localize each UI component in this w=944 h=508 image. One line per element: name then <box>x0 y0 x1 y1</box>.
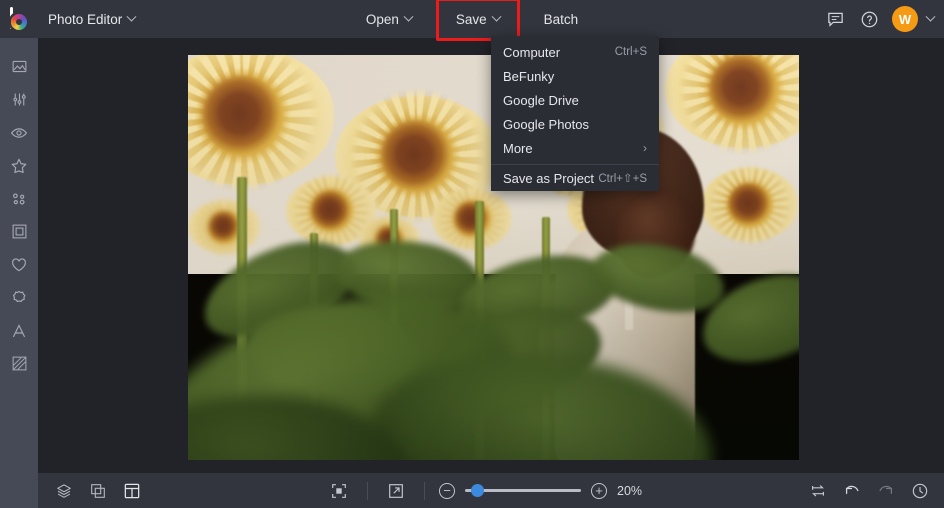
menu-item-shortcut: Ctrl+S <box>614 46 647 58</box>
avatar-initial: W <box>898 11 912 27</box>
frame-icon <box>11 223 28 240</box>
befunky-logo[interactable] <box>0 0 38 38</box>
fullscreen-button[interactable] <box>382 478 410 504</box>
zoom-slider[interactable] <box>465 484 581 498</box>
compare-button[interactable] <box>804 478 832 504</box>
chevron-down-icon[interactable] <box>925 11 936 22</box>
save-button[interactable]: Save <box>435 0 520 41</box>
star-icon <box>10 157 28 175</box>
fit-to-screen-icon <box>330 482 348 500</box>
sidebar-item-graphics[interactable] <box>0 281 38 314</box>
feedback-button[interactable] <box>820 4 850 34</box>
undo-button[interactable] <box>838 478 866 504</box>
bottom-bar-right <box>804 478 934 504</box>
top-bar-right-actions: W <box>820 0 936 38</box>
fit-to-screen-button[interactable] <box>325 478 353 504</box>
chevron-right-icon: › <box>643 141 647 155</box>
chevron-down-icon <box>126 11 137 22</box>
redo-button[interactable] <box>872 478 900 504</box>
menu-item-befunky[interactable]: BeFunky <box>491 64 659 88</box>
avatar[interactable]: W <box>892 6 918 32</box>
comment-icon <box>826 10 845 29</box>
menu-item-google-drive[interactable]: Google Drive <box>491 88 659 112</box>
divider <box>367 481 368 500</box>
top-bar: Photo Editor Open Save Batch W <box>0 0 944 41</box>
save-button-label: Save <box>455 11 487 27</box>
sidebar-item-artsy[interactable] <box>0 182 38 215</box>
menu-item-label: BeFunky <box>503 68 555 84</box>
app-mode-switcher[interactable]: Photo Editor <box>40 7 145 32</box>
eye-icon <box>10 124 28 142</box>
history-button[interactable] <box>906 478 934 504</box>
heart-icon <box>10 256 28 274</box>
sliders-icon <box>11 91 28 108</box>
sidebar-item-image[interactable] <box>0 50 38 83</box>
zoom-in-button[interactable]: + <box>591 482 607 499</box>
divider <box>424 481 425 500</box>
sidebar-item-overlays[interactable] <box>0 248 38 281</box>
zoom-slider-handle[interactable] <box>471 484 484 497</box>
menu-item-label: Save as Project <box>503 170 595 186</box>
sidebar-item-retouch[interactable] <box>0 116 38 149</box>
texture-icon <box>11 355 28 372</box>
sidebar-item-text[interactable] <box>0 314 38 347</box>
sidebar-item-edit[interactable] <box>0 83 38 116</box>
batch-button-label: Batch <box>543 11 579 27</box>
menu-item-label: Google Photos <box>503 116 590 132</box>
help-button[interactable] <box>854 4 884 34</box>
left-sidebar <box>0 38 38 508</box>
save-dropdown-menu: Computer Ctrl+S BeFunky Google Drive Google … <box>491 36 659 191</box>
menu-item-label: More <box>503 140 533 156</box>
app-title-label: Photo Editor <box>48 11 123 27</box>
open-button[interactable]: Open <box>354 6 424 33</box>
menu-item-shortcut: Ctrl+⇧+S <box>598 173 647 185</box>
sidebar-item-textures[interactable] <box>0 347 38 380</box>
zoom-percent-label: 20% <box>617 483 643 498</box>
chevron-down-icon <box>403 11 414 22</box>
dots-cluster-icon <box>10 190 28 208</box>
menu-item-label: Google Drive <box>503 92 579 108</box>
batch-button[interactable]: Batch <box>532 6 591 33</box>
chevron-down-icon <box>491 11 502 22</box>
compare-icon <box>809 482 827 500</box>
zoom-in-label: + <box>595 483 603 498</box>
open-button-label: Open <box>365 11 399 27</box>
menu-item-more[interactable]: More › <box>491 136 659 160</box>
menu-item-computer[interactable]: Computer Ctrl+S <box>491 40 659 64</box>
redo-icon <box>877 482 895 500</box>
question-circle-icon <box>860 10 879 29</box>
sidebar-item-effects[interactable] <box>0 149 38 182</box>
sidebar-item-frames[interactable] <box>0 215 38 248</box>
badge-icon <box>10 289 28 307</box>
menu-item-save-as-project[interactable]: Save as Project Ctrl+⇧+S <box>491 165 659 191</box>
bottom-bar: − + 20% <box>38 473 944 508</box>
zoom-out-label: − <box>443 483 451 498</box>
text-a-icon <box>10 322 28 340</box>
photo-editor-app: Photo Editor Open Save Batch W Computer … <box>0 0 944 508</box>
menu-item-label: Computer <box>503 44 561 60</box>
zoom-out-button[interactable]: − <box>439 482 455 499</box>
undo-icon <box>843 482 861 500</box>
expand-icon <box>387 482 405 500</box>
image-icon <box>11 58 28 75</box>
menu-item-google-photos[interactable]: Google Photos <box>491 112 659 136</box>
history-clock-icon <box>911 482 929 500</box>
